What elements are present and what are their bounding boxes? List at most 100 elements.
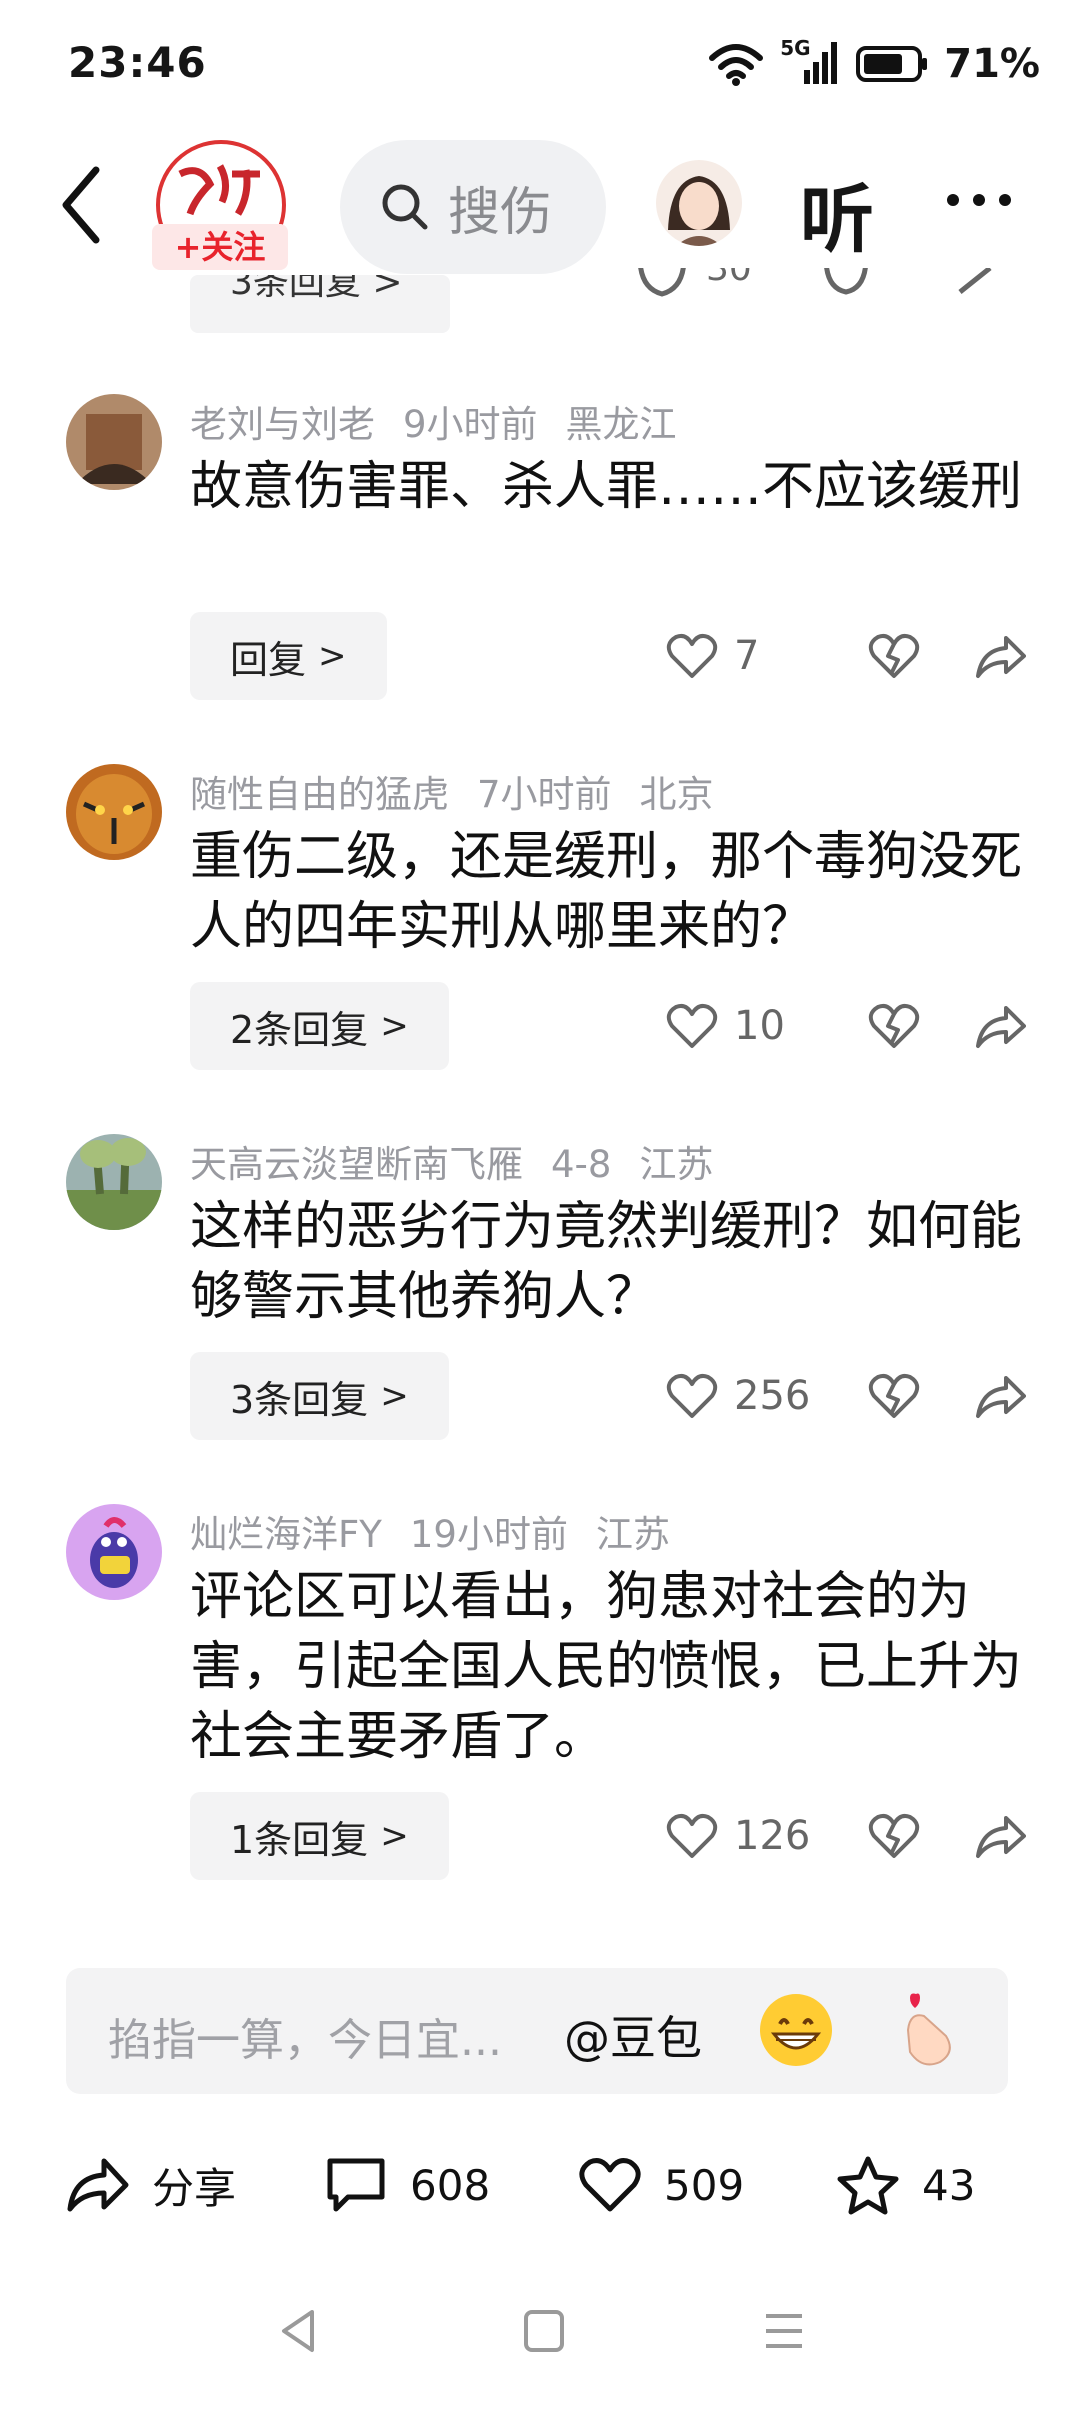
comment-item: 天高云淡望断南飞雁 4-8 江苏 这样的恶劣行为竟然判缓刑？如何能够警示其他养狗人？… <box>66 1134 1026 1454</box>
reply-button-partial[interactable]: 3条回复 > <box>190 275 450 333</box>
comment-time: 9小时前 <box>403 403 538 446</box>
comment-actions: 256 <box>666 1352 1026 1440</box>
comment-location: 江苏 <box>595 1513 670 1556</box>
dislike-icon[interactable] <box>868 632 920 680</box>
comment-meta: 老刘与刘老 9小时前 黑龙江 <box>190 394 705 448</box>
comment-username[interactable]: 天高云淡望断南飞雁 <box>190 1143 523 1186</box>
commenter-avatar[interactable] <box>66 394 162 490</box>
like-count: 126 <box>734 1813 811 1859</box>
chevron-right-icon: > <box>380 1816 409 1856</box>
chevron-right-icon: > <box>318 636 347 676</box>
reply-button[interactable]: 2条回复 > <box>190 982 449 1070</box>
search-placeholder: 搜伤 <box>448 182 553 243</box>
reply-label: 回复 <box>230 637 307 682</box>
share-button[interactable]: 分享 <box>66 2140 236 2230</box>
search-bar[interactable]: 搜伤 <box>340 140 606 274</box>
chevron-right-icon: > <box>380 1006 409 1046</box>
comment-location: 北京 <box>639 773 714 816</box>
comment-location: 黑龙江 <box>565 403 677 446</box>
share-icon[interactable] <box>974 1372 1026 1420</box>
comment-actions: 7 <box>666 612 1026 700</box>
likes-count: 509 <box>664 2160 745 2210</box>
status-time: 23:46 <box>68 38 207 87</box>
comment-actions: 126 <box>666 1792 1026 1880</box>
heart-icon <box>666 1003 718 1048</box>
wifi-icon <box>709 44 764 86</box>
likes-partial: 30 <box>706 268 752 289</box>
comment-item: 灿烂海洋FY 19小时前 江苏 评论区可以看出，狗患对社会的为害，引起全国人民的愤恨… <box>66 1504 1026 1894</box>
battery-icon <box>856 46 928 82</box>
reply-label: 2条回复 <box>230 1007 369 1052</box>
comment-text[interactable]: 故意伤害罪、杀人罪……不应该缓刑 <box>190 452 1070 522</box>
comment-meta: 天高云淡望断南飞雁 4-8 江苏 <box>190 1134 741 1188</box>
favorite-button[interactable]: 43 <box>836 2140 975 2230</box>
comment-meta: 随性自由的猛虎 7小时前 北京 <box>190 764 742 818</box>
commenter-avatar[interactable] <box>66 764 162 860</box>
share-label: 分享 <box>152 2163 237 2213</box>
like-button[interactable]: 7 <box>666 632 814 680</box>
comment-text[interactable]: 重伤二级，还是缓刑，那个毒狗没死人的四年实刑从哪里来的？ <box>190 822 1070 962</box>
reply-label: 3条回复 <box>230 1377 369 1422</box>
comment-username[interactable]: 随性自由的猛虎 <box>190 773 449 816</box>
finger-heart-emoji-icon[interactable] <box>888 1990 968 2070</box>
more-icon[interactable] <box>944 180 1014 220</box>
mention-doubao-button[interactable]: @豆包 <box>564 2002 702 2068</box>
nav-menu-icon[interactable] <box>762 2306 806 2356</box>
grin-emoji-icon[interactable] <box>756 1990 836 2070</box>
heart-icon <box>579 2158 641 2212</box>
like-count: 256 <box>734 1373 811 1419</box>
reply-label: 1条回复 <box>230 1817 369 1862</box>
comment-text[interactable]: 评论区可以看出，狗患对社会的为害，引起全国人民的愤恨，已上升为社会主要矛盾了。 <box>190 1562 1070 1772</box>
commenter-avatar[interactable] <box>66 1504 162 1600</box>
comment-time: 19小时前 <box>409 1513 568 1556</box>
like-button[interactable]: 126 <box>666 1812 814 1860</box>
comment-username[interactable]: 灿烂海洋FY <box>190 1513 382 1556</box>
signal-icon: 5G <box>780 36 840 88</box>
search-icon <box>382 184 428 230</box>
heart-icon <box>666 633 718 678</box>
comment-text[interactable]: 这样的恶劣行为竟然判缓刑？如何能够警示其他养狗人？ <box>190 1192 1070 1332</box>
share-icon[interactable] <box>974 632 1026 680</box>
comment-meta: 灿烂海洋FY 19小时前 江苏 <box>190 1504 698 1558</box>
back-icon[interactable] <box>52 160 112 250</box>
listen-button[interactable]: 听 <box>800 160 874 267</box>
commenter-avatar[interactable] <box>66 1134 162 1230</box>
favorites-count: 43 <box>922 2160 976 2210</box>
comment-input[interactable]: 掐指一算，今日宜... @豆包 <box>66 1968 1008 2094</box>
like-post-button[interactable]: 509 <box>578 2140 744 2230</box>
dislike-icon[interactable] <box>868 1812 920 1860</box>
comment-username[interactable]: 老刘与刘老 <box>190 403 375 446</box>
nav-home-icon[interactable] <box>522 2306 566 2356</box>
share-icon[interactable] <box>974 1812 1026 1860</box>
dislike-icon[interactable] <box>868 1002 920 1050</box>
like-button[interactable]: 256 <box>666 1372 814 1420</box>
comment-location: 江苏 <box>639 1143 714 1186</box>
heart-icon <box>666 1813 718 1858</box>
reply-button[interactable]: 1条回复 > <box>190 1792 449 1880</box>
bottom-action-bar: 分享 608 509 43 <box>66 2140 1016 2230</box>
comment-icon <box>327 2158 385 2212</box>
chevron-right-icon: > <box>380 1376 409 1416</box>
comment-input-placeholder: 掐指一算，今日宜... <box>108 2015 502 2066</box>
star-icon <box>837 2156 899 2215</box>
comment-item: 老刘与刘老 9小时前 黑龙江 故意伤害罪、杀人罪……不应该缓刑 回复 > 7 <box>66 394 1026 714</box>
nav-back-icon[interactable] <box>276 2306 320 2356</box>
share-icon[interactable] <box>974 1002 1026 1050</box>
reply-button[interactable]: 3条回复 > <box>190 1352 449 1440</box>
reply-button[interactable]: 回复 > <box>190 612 387 700</box>
heart-icon <box>666 1373 718 1418</box>
like-count: 10 <box>734 1003 785 1049</box>
dislike-icon[interactable] <box>868 1372 920 1420</box>
reply-label-partial: 3条回复 > <box>230 275 403 303</box>
comments-count: 608 <box>410 2160 491 2210</box>
comment-actions-partial: 30 <box>630 268 1010 318</box>
like-count: 7 <box>734 633 760 679</box>
user-avatar[interactable] <box>656 160 742 246</box>
status-icons: 5G 71% <box>708 36 1040 88</box>
follow-button[interactable]: +关注 <box>152 224 288 270</box>
comments-button[interactable]: 608 <box>324 2140 490 2230</box>
comment-time: 4-8 <box>551 1143 612 1186</box>
comment-item: 随性自由的猛虎 7小时前 北京 重伤二级，还是缓刑，那个毒狗没死人的四年实刑从哪里来… <box>66 764 1026 1084</box>
like-button[interactable]: 10 <box>666 1002 814 1050</box>
comment-actions: 10 <box>666 982 1026 1070</box>
